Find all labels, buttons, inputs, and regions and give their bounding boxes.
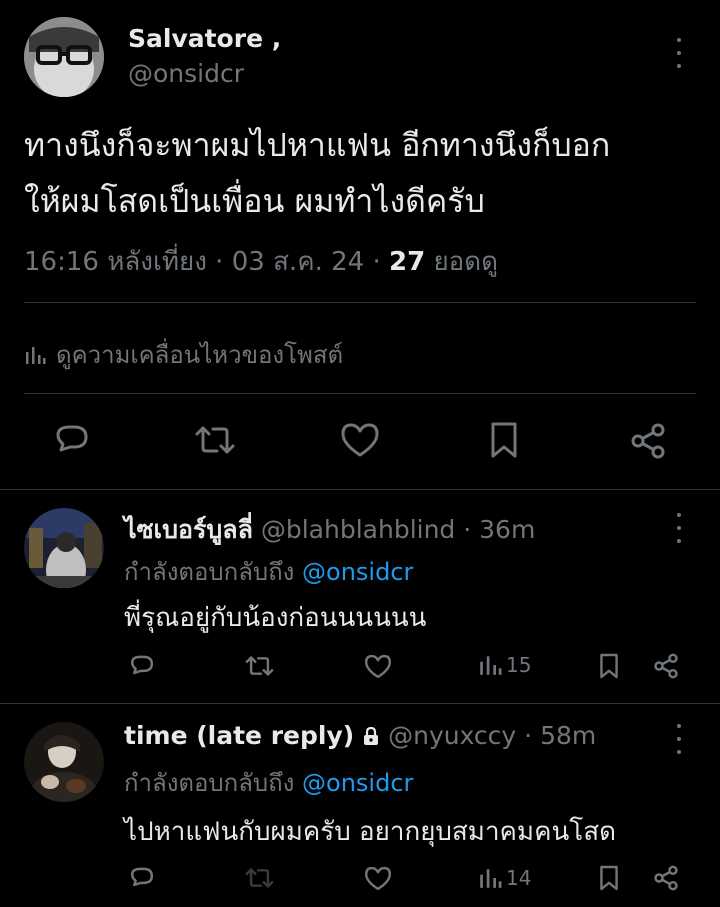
- bookmark-icon[interactable]: [598, 652, 620, 680]
- lock-icon: [362, 726, 380, 746]
- share-icon[interactable]: [628, 421, 668, 461]
- reply-icon[interactable]: [52, 420, 92, 460]
- views-icon: [24, 344, 46, 366]
- bookmark-icon[interactable]: [488, 420, 520, 460]
- views-stat[interactable]: 15: [478, 653, 531, 677]
- post-meta: 16:16 หลังเที่ยง · 03 ส.ค. 24 · 27 ยอดดู: [24, 241, 498, 282]
- reply-author-handle[interactable]: @blahblahblind: [261, 515, 455, 544]
- reply-time[interactable]: · 36m: [463, 515, 535, 544]
- post-text: ทางนึงก็จะพาผมไปหาแฟน อีกทางนึงก็บอก ให้…: [24, 117, 704, 229]
- views-count: 14: [506, 866, 532, 890]
- author-handle[interactable]: @onsidcr: [128, 59, 244, 88]
- reply-header: ไซเบอร์บูลลี่ @blahblahblind · 36m: [124, 510, 535, 550]
- reply-header: time (late reply) @nyuxccy · 58m: [124, 721, 596, 750]
- divider: [0, 703, 720, 704]
- replying-to-handle[interactable]: @onsidcr: [302, 769, 413, 797]
- more-icon[interactable]: [674, 513, 684, 543]
- reply-avatar[interactable]: [24, 508, 104, 588]
- reply-time[interactable]: · 58m: [524, 721, 596, 750]
- bookmark-icon[interactable]: [598, 864, 620, 892]
- repost-icon[interactable]: [244, 864, 275, 892]
- post-text-line-1: ทางนึงก็จะพาผมไปหาแฟน อีกทางนึงก็บอก: [24, 126, 611, 164]
- author-avatar[interactable]: [24, 17, 104, 97]
- view-engagements-link[interactable]: ดูความเคลื่อนไหวของโพสต์: [24, 335, 343, 374]
- share-icon[interactable]: [652, 652, 680, 680]
- replying-to-handle[interactable]: @onsidcr: [302, 558, 413, 586]
- replying-to-prefix: กำลังตอบกลับถึง: [124, 769, 303, 797]
- share-icon[interactable]: [652, 864, 680, 892]
- views-label: ยอดดู: [425, 247, 499, 277]
- reply-author-name[interactable]: ไซเบอร์บูลลี่: [124, 515, 253, 544]
- replying-to: กำลังตอบกลับถึง @onsidcr: [124, 763, 413, 802]
- views-count: 15: [506, 653, 532, 677]
- engagements-label: ดูความเคลื่อนไหวของโพสต์: [56, 341, 344, 369]
- more-icon[interactable]: [674, 38, 684, 68]
- reply-icon[interactable]: [128, 864, 156, 892]
- reply-text: พี่รุณอยู่กับน้องก่อนนนนนน: [124, 603, 427, 633]
- views-icon: [478, 653, 502, 677]
- more-icon[interactable]: [674, 724, 684, 754]
- author-name[interactable]: Salvatore ,: [128, 24, 281, 53]
- repost-icon[interactable]: [193, 420, 237, 460]
- divider: [24, 302, 696, 303]
- repost-icon[interactable]: [244, 652, 275, 680]
- divider: [0, 489, 720, 490]
- post-text-line-2: ให้ผมโสดเป็นเพื่อน ผมทำไงดีครับ: [24, 182, 485, 220]
- reply-text: ไปหาแฟนกับผมครับ อยากยุบสมาคมคนโสด: [124, 817, 616, 847]
- divider: [24, 393, 696, 394]
- views-icon: [478, 866, 502, 890]
- like-icon[interactable]: [364, 866, 392, 891]
- replying-to-prefix: กำลังตอบกลับถึง: [124, 558, 303, 586]
- reply-author-handle[interactable]: @nyuxccy: [388, 721, 516, 750]
- views-stat[interactable]: 14: [478, 866, 531, 890]
- post-timestamp[interactable]: 16:16 หลังเที่ยง · 03 ส.ค. 24 ·: [24, 247, 389, 277]
- reply-author-name[interactable]: time (late reply): [124, 721, 354, 750]
- replying-to: กำลังตอบกลับถึง @onsidcr: [124, 552, 413, 591]
- reply-icon[interactable]: [128, 652, 156, 680]
- like-icon[interactable]: [340, 422, 380, 458]
- views-count: 27: [389, 247, 426, 277]
- like-icon[interactable]: [364, 654, 392, 679]
- reply-avatar[interactable]: [24, 722, 104, 802]
